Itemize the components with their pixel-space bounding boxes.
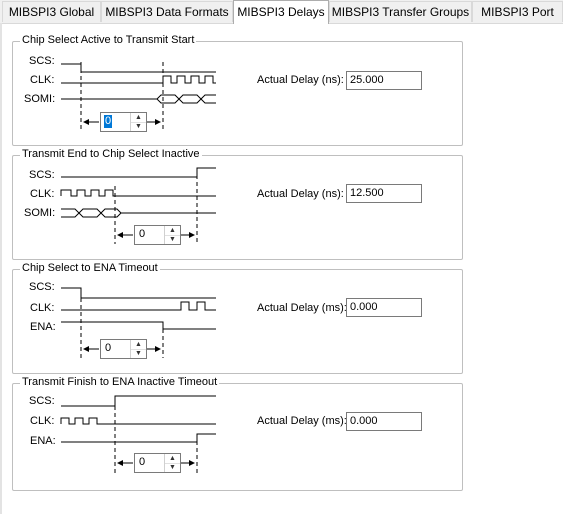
delay-spinner[interactable]: 0 ▲ ▼ bbox=[134, 453, 181, 473]
clk-waveform bbox=[60, 189, 216, 197]
somi-waveform bbox=[61, 208, 216, 218]
tab-mibspi3-delays[interactable]: MIBSPI3 Delays bbox=[233, 0, 329, 24]
spinner-buttons: ▲ ▼ bbox=[130, 340, 146, 358]
scs-waveform bbox=[61, 63, 216, 73]
group-transmit-end-to-cs-inactive: Transmit End to Chip Select Inactive SCS… bbox=[12, 148, 463, 260]
tab-mibspi3-port[interactable]: MIBSPI3 Port bbox=[472, 1, 563, 22]
clk-waveform bbox=[61, 75, 216, 84]
tab-mibspi3-global[interactable]: MIBSPI3 Global bbox=[2, 1, 101, 22]
scs-waveform bbox=[61, 167, 216, 178]
delay-spinner[interactable]: 0 ▲ ▼ bbox=[134, 225, 181, 245]
spin-down-icon[interactable]: ▼ bbox=[165, 463, 180, 472]
tab-mibspi3-data-formats[interactable]: MIBSPI3 Data Formats bbox=[101, 1, 233, 22]
spin-down-icon[interactable]: ▼ bbox=[165, 235, 180, 244]
clk-waveform bbox=[61, 301, 216, 311]
scs-waveform bbox=[61, 287, 216, 299]
actual-delay-label: Actual Delay (ms): bbox=[257, 302, 347, 314]
spinner-value[interactable]: 0 bbox=[138, 456, 146, 469]
actual-delay-field: 0.000 bbox=[346, 412, 422, 431]
timing-diagram bbox=[60, 167, 216, 244]
spinner-buttons: ▲ ▼ bbox=[164, 454, 180, 472]
delay-spinner[interactable]: 0 ▲ ▼ bbox=[100, 112, 147, 132]
actual-delay-label: Actual Delay (ns): bbox=[257, 188, 344, 200]
actual-delay-field: 12.500 bbox=[346, 184, 422, 203]
actual-delay-field: 0.000 bbox=[346, 298, 422, 317]
spinner-value[interactable]: 0 bbox=[104, 342, 112, 355]
somi-waveform bbox=[61, 94, 216, 104]
spinner-buttons: ▲ ▼ bbox=[130, 113, 146, 131]
spinner-value[interactable]: 0 bbox=[138, 228, 146, 241]
actual-delay-field: 25.000 bbox=[346, 71, 422, 90]
timing-diagram bbox=[60, 395, 216, 474]
ena-waveform bbox=[61, 321, 216, 330]
ena-waveform bbox=[61, 433, 216, 443]
panel-left-edge bbox=[0, 23, 2, 514]
delay-spinner[interactable]: 0 ▲ ▼ bbox=[100, 339, 147, 359]
actual-delay-label: Actual Delay (ms): bbox=[257, 415, 347, 427]
group-cs-to-ena-timeout: Chip Select to ENA Timeout SCS: CLK: ENA… bbox=[12, 262, 463, 374]
spinner-buttons: ▲ ▼ bbox=[164, 226, 180, 244]
group-cs-active-to-transmit-start: Chip Select Active to Transmit Start SCS… bbox=[12, 34, 463, 146]
spin-down-icon[interactable]: ▼ bbox=[131, 349, 146, 358]
tab-mibspi3-transfer-groups[interactable]: MIBSPI3 Transfer Groups bbox=[329, 1, 472, 22]
group-transmit-finish-to-ena-inactive-timeout: Transmit Finish to ENA Inactive Timeout … bbox=[12, 376, 463, 491]
spinner-value[interactable]: 0 bbox=[104, 115, 113, 128]
tab-strip: MIBSPI3 Global MIBSPI3 Data Formats MIBS… bbox=[0, 0, 563, 24]
clk-waveform bbox=[60, 417, 216, 425]
spin-down-icon[interactable]: ▼ bbox=[131, 122, 146, 131]
scs-waveform bbox=[61, 395, 216, 407]
actual-delay-label: Actual Delay (ns): bbox=[257, 74, 344, 86]
